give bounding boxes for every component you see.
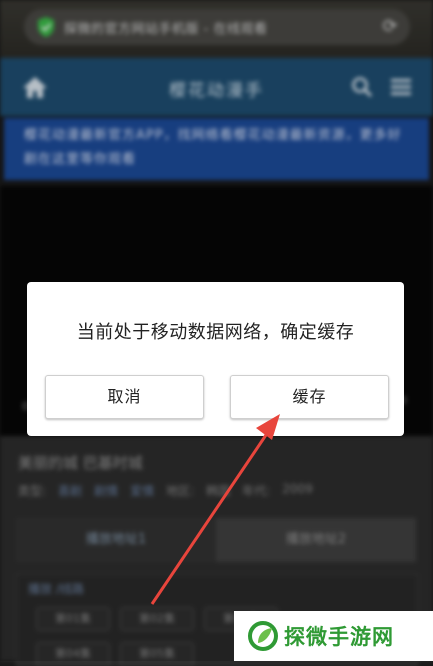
leaf-logo-icon: [248, 621, 278, 651]
watermark-text: 探微手游网: [284, 625, 394, 649]
cache-button[interactable]: 缓存: [230, 375, 389, 419]
watermark: 探微手游网: [234, 611, 433, 661]
dialog-message: 当前处于移动数据网络，确定缓存: [76, 322, 355, 343]
cache-confirm-dialog: 当前处于移动数据网络，确定缓存 取消 缓存: [27, 282, 404, 436]
cancel-button[interactable]: 取消: [45, 375, 204, 419]
